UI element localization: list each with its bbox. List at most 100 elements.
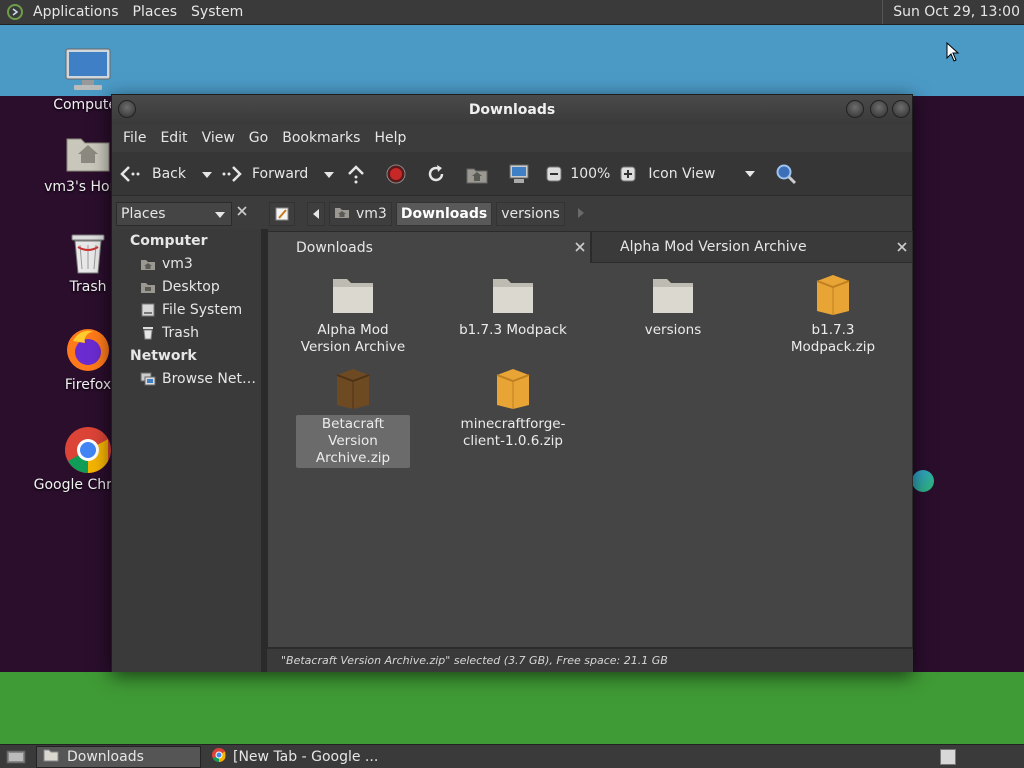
file-item-alpha-mod-version-archive[interactable]: Alpha Mod Version Archive	[296, 273, 410, 357]
breadcrumb-vm3[interactable]: vm3	[329, 202, 392, 226]
view-mode-select[interactable]: Icon View	[648, 165, 756, 182]
sidebar-item-label: vm3	[162, 255, 193, 272]
show-desktop-icon[interactable]	[0, 746, 32, 768]
close-tab-icon[interactable]	[896, 241, 908, 257]
tab-bar: Downloads Alpha Mod Version Archive	[267, 231, 913, 263]
taskbar-item-downloads[interactable]: Downloads	[36, 745, 201, 768]
zip-archive-icon	[489, 367, 537, 411]
zoom-level: 100%	[570, 165, 611, 182]
file-item-minecraftforge-client-zip[interactable]: minecraftforge-client-1.0.6.zip	[456, 367, 570, 451]
location-row: Places vm3 Downloads versions	[112, 197, 914, 229]
menu-file[interactable]: File	[116, 130, 153, 146]
chrome-icon	[211, 747, 227, 767]
home-icon[interactable]	[466, 164, 488, 184]
sidebar-item-label: Desktop	[162, 278, 220, 295]
breadcrumb-label: vm3	[356, 206, 387, 222]
menu-bookmarks[interactable]: Bookmarks	[275, 130, 367, 146]
system-menu[interactable]: System	[184, 4, 250, 20]
close-button[interactable]	[892, 100, 910, 118]
sidebar-item-vm3[interactable]: vm3	[112, 252, 261, 275]
sidebar-item-file-system[interactable]: File System	[112, 298, 261, 321]
back-button[interactable]: Back	[120, 165, 186, 183]
chevron-down-icon	[215, 206, 225, 222]
taskbar-item-label: Downloads	[67, 748, 144, 765]
trash-icon	[140, 326, 156, 340]
menu-view[interactable]: View	[195, 130, 242, 146]
computer-icon[interactable]	[508, 164, 530, 184]
chrome-icon	[64, 426, 112, 474]
reload-icon[interactable]	[426, 164, 446, 184]
toggle-location-entry-icon[interactable]	[269, 202, 295, 226]
folder-icon	[489, 273, 537, 317]
status-text: "Betacraft Version Archive.zip" selected…	[281, 654, 668, 667]
view-mode-dropdown-icon	[745, 170, 756, 177]
forward-history-dropdown-icon[interactable]	[324, 166, 335, 182]
file-item-betacraft-version-archive-zip[interactable]: Betacraft Version Archive.zip	[296, 367, 410, 468]
distro-logo-icon[interactable]	[6, 3, 24, 21]
menu-go[interactable]: Go	[242, 130, 275, 146]
file-name: b1.7.3 Modpack.zip	[790, 322, 876, 355]
computer-icon	[64, 46, 112, 94]
sidebar-item-browse-network[interactable]: Browse Net…	[112, 367, 261, 390]
back-history-dropdown-icon[interactable]	[202, 166, 212, 182]
up-arrow-icon[interactable]	[346, 164, 366, 184]
zoom-in-icon[interactable]	[620, 166, 636, 182]
mouse-cursor-icon	[946, 41, 960, 66]
window-titlebar[interactable]: Downloads	[112, 95, 912, 124]
stop-icon[interactable]	[386, 164, 406, 184]
forward-button[interactable]: Forward	[220, 165, 308, 183]
applications-menu[interactable]: Applications	[26, 4, 126, 20]
folder-icon	[649, 273, 697, 317]
window-title: Downloads	[468, 101, 556, 118]
maximize-button[interactable]	[870, 100, 888, 118]
close-sidebar-icon[interactable]	[236, 205, 248, 221]
folder-icon	[43, 748, 59, 766]
window-menu-button[interactable]	[118, 100, 136, 118]
top-panel: Applications Places System Sun Oct 29, 1…	[0, 0, 1024, 25]
sidebar-item-label: File System	[162, 301, 243, 318]
clock[interactable]: Sun Oct 29, 13:00	[882, 0, 1024, 24]
breadcrumb-downloads[interactable]: Downloads	[395, 202, 493, 226]
file-icon-view[interactable]: Alpha Mod Version Archive b1.7.3 Modpack…	[267, 263, 913, 648]
file-name: minecraftforge-client-1.0.6.zip	[460, 416, 566, 449]
folder-icon	[329, 273, 377, 317]
places-menu[interactable]: Places	[126, 4, 185, 20]
sidebar-item-trash[interactable]: Trash	[112, 321, 261, 344]
tab-alpha-mod-version-archive[interactable]: Alpha Mod Version Archive	[591, 231, 913, 263]
search-icon[interactable]	[775, 163, 797, 185]
home-icon	[140, 257, 156, 271]
path-scroll-left-icon[interactable]	[307, 202, 325, 226]
zoom-out-icon[interactable]	[546, 166, 562, 182]
sidebar-item-label: Browse Net…	[162, 370, 257, 387]
path-bar: vm3 Downloads versions	[269, 202, 585, 226]
breadcrumb-versions[interactable]: versions	[496, 202, 565, 226]
wallpaper-orb	[912, 470, 934, 492]
taskbar-item-label: [New Tab - Google ...	[233, 748, 379, 765]
sidebar-heading-computer: Computer	[130, 233, 208, 249]
tab-downloads[interactable]: Downloads	[267, 231, 591, 263]
taskbar-item-chrome[interactable]: [New Tab - Google ...	[205, 746, 384, 768]
view-mode-label: Icon View	[648, 165, 716, 182]
firefox-icon	[64, 326, 112, 374]
menu-edit[interactable]: Edit	[153, 130, 194, 146]
sidebar-item-desktop[interactable]: Desktop	[112, 275, 261, 298]
sidebar-selector[interactable]: Places	[116, 202, 232, 226]
tab-label: Downloads	[296, 239, 373, 256]
path-scroll-right-icon[interactable]	[577, 206, 585, 222]
zip-archive-icon	[329, 367, 377, 411]
sidebar-item-label: Trash	[162, 324, 199, 341]
workspace-switcher[interactable]	[940, 748, 956, 765]
file-item-b173-modpack[interactable]: b1.7.3 Modpack	[456, 273, 570, 340]
wallpaper-grass	[0, 672, 1024, 744]
minimize-button[interactable]	[846, 100, 864, 118]
menu-help[interactable]: Help	[367, 130, 413, 146]
file-item-versions[interactable]: versions	[616, 273, 730, 340]
tab-label: Alpha Mod Version Archive	[620, 239, 807, 255]
back-label: Back	[152, 165, 186, 182]
sidebar-selector-label: Places	[121, 206, 166, 222]
close-tab-icon[interactable]	[574, 241, 586, 257]
file-name: versions	[644, 322, 702, 338]
file-item-b173-modpack-zip[interactable]: b1.7.3 Modpack.zip	[776, 273, 890, 357]
zip-archive-icon	[809, 273, 857, 317]
forward-label: Forward	[252, 165, 309, 182]
